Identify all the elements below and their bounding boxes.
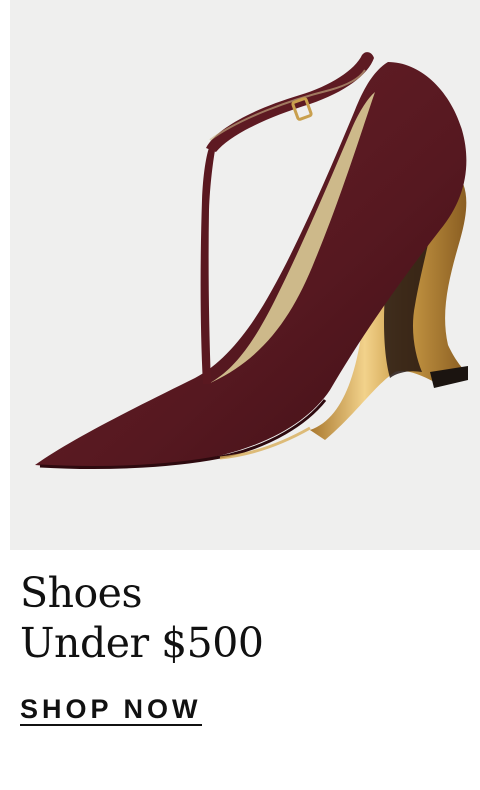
promo-card[interactable]: Shoes Under $500 SHOP NOW	[0, 0, 480, 790]
promo-headline: Shoes Under $500	[20, 568, 264, 668]
product-image[interactable]	[10, 0, 480, 550]
headline-line-2: Under $500	[20, 619, 264, 667]
shop-now-link[interactable]: SHOP NOW	[20, 694, 202, 726]
t-strap	[200, 145, 216, 384]
shoe-illustration	[35, 52, 468, 469]
headline-line-1: Shoes	[20, 569, 142, 617]
